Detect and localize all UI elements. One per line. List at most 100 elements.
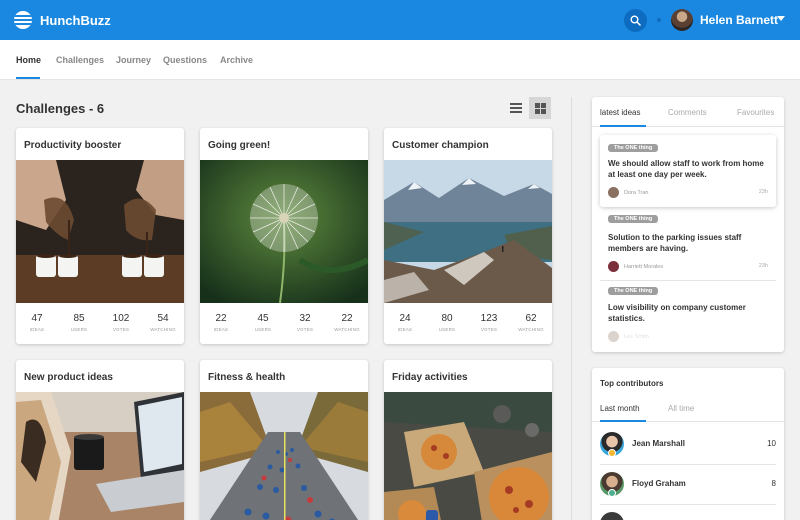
challenge-card[interactable]: Friday activities [384, 360, 552, 520]
author-name: Dora Tran [624, 189, 649, 196]
ideas-label: IDEAS [397, 327, 413, 332]
challenge-card[interactable]: Fitness & health [200, 360, 368, 520]
contributors-tabs: Last month All time [592, 396, 784, 422]
pizza-boxes-photo [384, 392, 552, 520]
users-label: USERS [254, 327, 272, 332]
challenge-card[interactable]: New product ideas [16, 360, 184, 520]
search-button[interactable] [624, 9, 647, 32]
avatar [608, 261, 619, 272]
author-name: Lee Smith [624, 333, 649, 340]
votes-label: VOTES [296, 327, 314, 332]
users-label: USERS [70, 327, 88, 332]
challenge-card[interactable]: Going green! 22 IDEAS 45 USERS 32 VOTES [200, 128, 368, 344]
tab-comments[interactable]: Comments [668, 108, 707, 117]
contributor-row[interactable]: Floyd Graham 8 [600, 466, 776, 506]
idea-text: Solution to the parking issues staff mem… [608, 233, 742, 253]
laptop-desk-photo [16, 392, 184, 520]
column-divider [571, 97, 572, 520]
contributors-panel: Top contributors Last month All time Jea… [592, 368, 784, 520]
watching-label: WATCHING [150, 327, 176, 332]
tab-challenges[interactable]: Challenges [56, 55, 104, 65]
divider [600, 280, 776, 281]
marathon-runners-photo [200, 392, 368, 520]
votes-count: 102 [112, 313, 130, 324]
idea-text: Low visibility on company customer stati… [608, 303, 746, 323]
mountain-lake-photo [384, 160, 552, 303]
idea-tag: The ONE thing [608, 215, 659, 223]
top-bar: HunchBuzz Helen Barnett [0, 0, 800, 40]
notification-dot[interactable] [657, 18, 661, 22]
idea-item[interactable]: The ONE thing Low visibility on company … [600, 282, 776, 352]
active-tab-indicator [600, 420, 646, 422]
tab-home[interactable]: Home [16, 55, 41, 65]
list-view-button[interactable] [505, 97, 527, 119]
votes-count: 32 [299, 313, 311, 324]
watching-count: 62 [525, 313, 537, 324]
page-title: Challenges - 6 [16, 101, 105, 116]
tab-archive[interactable]: Archive [220, 55, 253, 65]
idea-author: Harriett Morales [608, 261, 663, 272]
tab-questions[interactable]: Questions [163, 55, 207, 65]
card-title: Customer champion [392, 140, 489, 151]
main-nav: Home Challenges Journey Questions Archiv… [0, 40, 800, 80]
tab-journey[interactable]: Journey [116, 55, 151, 65]
votes-count: 123 [480, 313, 498, 324]
votes-label: VOTES [112, 327, 130, 332]
contributor-row[interactable]: Jean Marshall 10 [600, 426, 776, 466]
watching-label: WATCHING [334, 327, 360, 332]
votes-label: VOTES [480, 327, 498, 332]
user-name[interactable]: Helen Barnett [700, 13, 778, 27]
contributor-count: 8 [771, 479, 776, 488]
divider [600, 504, 776, 505]
idea-tag: The ONE thing [608, 287, 659, 295]
idea-tag: The ONE thing [608, 144, 659, 152]
idea-item[interactable]: The ONE thing Solution to the parking is… [600, 209, 776, 279]
users-label: USERS [438, 327, 456, 332]
ideas-count: 22 [215, 313, 227, 324]
brand-logo[interactable]: HunchBuzz [14, 10, 111, 30]
ideas-label: IDEAS [213, 327, 229, 332]
users-count: 80 [441, 313, 453, 324]
ideas-panel-tabs: latest ideas Comments Favourites [592, 97, 784, 127]
avatar [608, 187, 619, 198]
hunchbuzz-logo-icon [14, 11, 32, 29]
tab-latest-ideas[interactable]: latest ideas [600, 108, 640, 117]
watching-label: WATCHING [518, 327, 544, 332]
ideas-panel: latest ideas Comments Favourites The ONE… [592, 97, 784, 352]
idea-item[interactable]: The ONE thing We should allow staff to w… [600, 135, 776, 207]
challenge-card[interactable]: Customer champion 24 IDEAS 80 USERS 123 VOT… [384, 128, 552, 344]
avatar [608, 331, 619, 342]
idea-time: 23h [758, 263, 768, 269]
ideas-label: IDEAS [29, 327, 45, 332]
tab-all-time[interactable]: All time [668, 404, 694, 413]
coffee-pour-photo [16, 160, 184, 303]
tab-favourites[interactable]: Favourites [737, 108, 774, 117]
grid-icon [534, 102, 546, 114]
badge-icon [608, 489, 616, 497]
grid-view-button[interactable] [529, 97, 551, 119]
watching-count: 54 [157, 313, 169, 324]
ideas-count: 47 [31, 313, 43, 324]
card-title: Going green! [208, 140, 271, 151]
card-title: Fitness & health [208, 372, 286, 383]
list-icon [510, 103, 522, 113]
dandelion-photo [200, 160, 368, 303]
ideas-count: 24 [399, 313, 411, 324]
challenge-card[interactable]: Productivity booster 47 IDEAS 85 USERS 102… [16, 128, 184, 344]
card-stats: 24 IDEAS 80 USERS 123 VOTES 62 WATCHING [384, 313, 552, 343]
idea-author: Lee Smith [608, 331, 649, 342]
card-title: Friday activities [392, 372, 468, 383]
divider [600, 464, 776, 465]
contributor-name: Jean Marshall [632, 439, 685, 448]
chevron-down-icon[interactable] [777, 16, 785, 21]
card-stats: 22 IDEAS 45 USERS 32 VOTES 22 WATCHING [200, 313, 368, 343]
user-avatar[interactable] [671, 9, 693, 31]
author-name: Harriett Morales [624, 263, 664, 270]
tab-last-month[interactable]: Last month [600, 404, 640, 413]
contributor-count: 10 [767, 439, 776, 448]
idea-text: We should allow staff to work from home … [608, 159, 764, 179]
idea-time: 23h [758, 189, 768, 195]
idea-author: Dora Tran [608, 187, 648, 198]
card-title: New product ideas [24, 372, 113, 383]
app-name: HunchBuzz [40, 12, 111, 28]
